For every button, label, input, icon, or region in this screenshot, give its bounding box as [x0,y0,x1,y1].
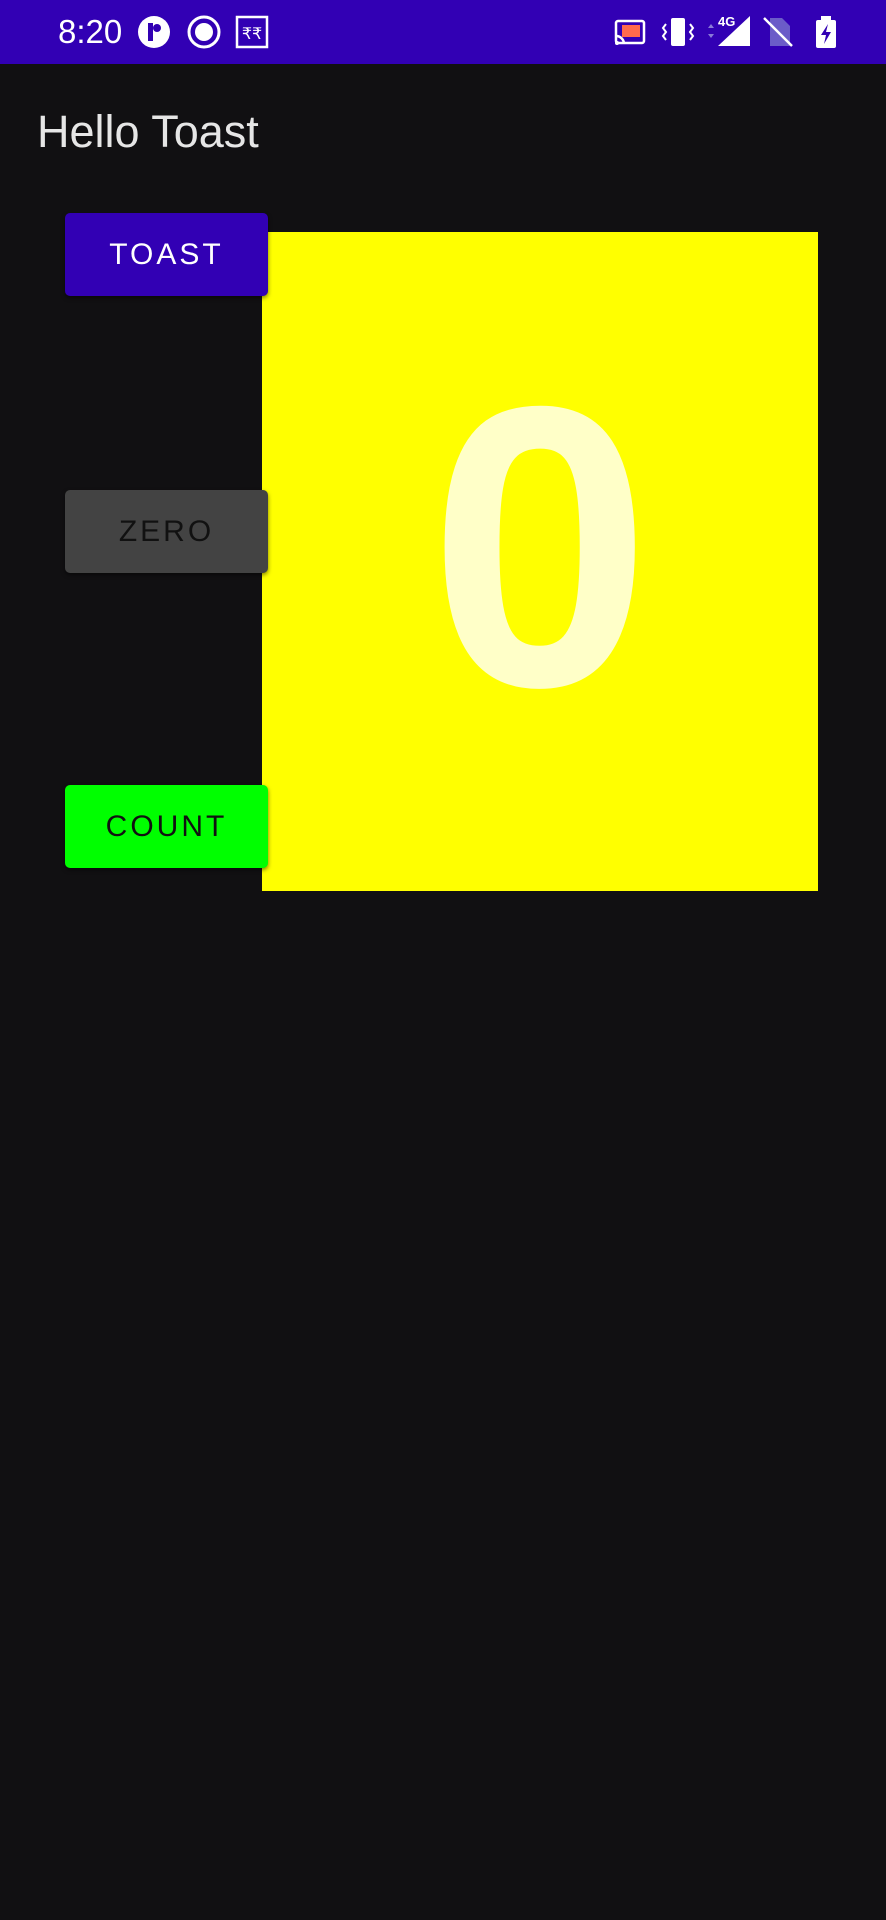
battery-charging-icon [808,14,844,50]
page-title: Hello Toast [37,106,259,157]
svg-text:₹₹: ₹₹ [242,24,262,43]
count-button-label: COUNT [105,809,228,843]
zero-button-label: ZERO [118,514,215,548]
cast-icon [612,14,648,50]
vibrate-icon [660,14,696,50]
rupee-icon: ₹₹ [234,14,270,50]
count-display-panel: 0 [262,232,818,891]
toast-button-label: TOAST [109,237,224,271]
no-sim-icon [760,14,796,50]
count-value: 0 [428,322,652,770]
notification-badge-icon [136,14,172,50]
toast-button[interactable]: TOAST [65,213,268,296]
zero-button[interactable]: ZERO [65,490,268,573]
count-button[interactable]: COUNT [65,785,268,868]
status-time: 8:20 [58,13,123,50]
screen: 8:20 ₹₹ 4G Hello Toast 0 TOAST ZERO COUN… [0,0,886,1920]
status-bar: 8:20 ₹₹ 4G [0,0,886,64]
network-type-label: 4G [718,14,736,29]
record-icon [186,14,222,50]
